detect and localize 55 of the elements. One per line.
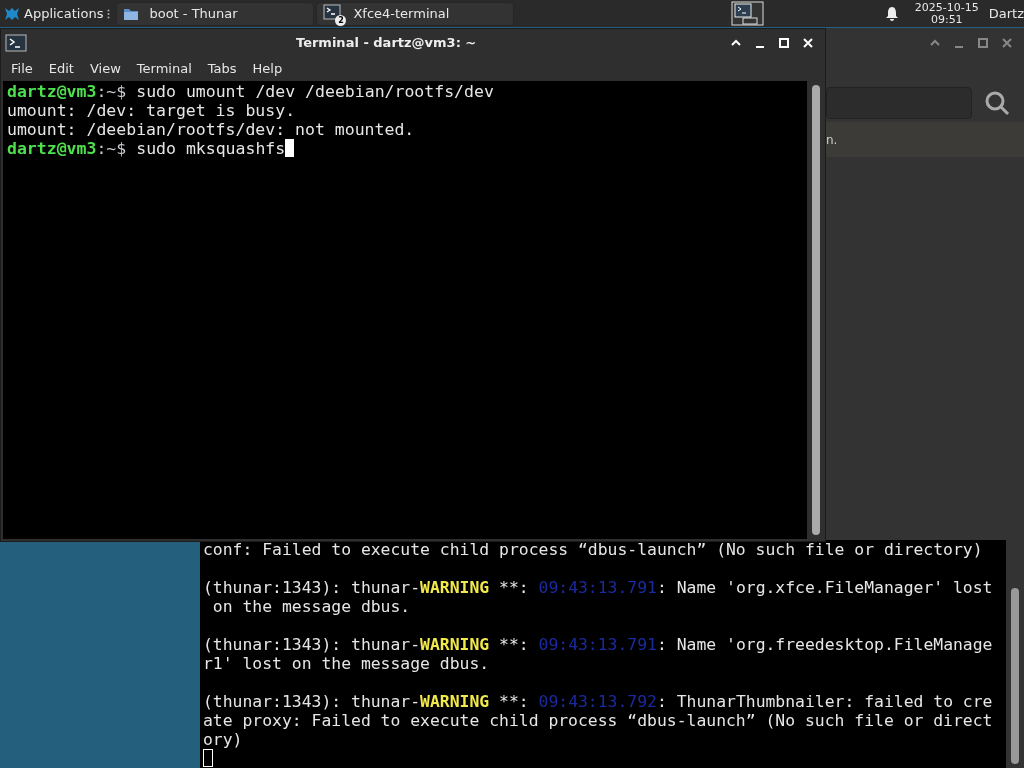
user-name[interactable]: Dartz — [988, 3, 1024, 24]
menu-item[interactable]: Terminal — [130, 59, 198, 79]
log-text: conf: Failed to execute child process “dbus-launch” (No such file or directory) — [203, 540, 983, 559]
menu-item[interactable]: Edit — [42, 59, 80, 79]
log-text: **: — [498, 635, 530, 654]
log-text: (thunar:1343): thunar- — [203, 635, 421, 654]
scrollbar-thumb[interactable] — [812, 85, 820, 535]
taskbar-button[interactable]: boot - Thunar — [116, 1, 315, 26]
scrollbar-thumb[interactable] — [1011, 588, 1019, 764]
output-text: umount: /dev: target is busy. — [7, 101, 296, 120]
xfce-logo-icon — [4, 5, 20, 22]
warning-label: WARNING — [420, 578, 490, 597]
prompt-user: dartz@vm3 — [7, 82, 97, 101]
window-title: Terminal - dartz@vm3: ~ — [296, 34, 477, 53]
menu-item[interactable]: View — [83, 59, 127, 79]
maximize-icon[interactable] — [777, 36, 791, 50]
close-icon[interactable] — [801, 36, 815, 50]
terminal-icon[interactable] — [5, 34, 27, 52]
log-text: **: — [498, 692, 530, 711]
log-text: on the message dbus. — [211, 597, 411, 616]
menu-item[interactable]: File — [5, 59, 39, 79]
log-text: : Name 'org.xfce.FileManager' lost — [656, 578, 993, 597]
prompt-user: dartz@vm3 — [7, 139, 97, 158]
timestamp: 09:43:13.792 — [538, 692, 657, 711]
prompt-path: :~$ — [96, 139, 127, 158]
log-text: : ThunarThumbnailer: failed to cre — [656, 692, 993, 711]
text-cursor — [203, 749, 213, 767]
menu-item[interactable]: Help — [246, 59, 289, 79]
log-text: (thunar:1343): thunar- — [203, 692, 421, 711]
taskbar-button[interactable]: 2 Xfce4-terminal — [316, 1, 515, 26]
log-text: **: — [498, 578, 530, 597]
log-text: ate proxy: Failed to execute child process “dbus-launch” (No such file or direct — [203, 711, 993, 730]
log-text: r1' lost on the message dbus. — [203, 654, 490, 673]
timestamp: 09:43:13.791 — [538, 578, 657, 597]
folder-icon — [123, 6, 140, 21]
info-text: n. — [826, 131, 838, 149]
workspace-switcher-icon[interactable] — [730, 1, 765, 26]
clock[interactable]: 2025-10-15 09:51 — [914, 1, 979, 26]
notification-bell-icon[interactable] — [884, 5, 899, 22]
search-icon[interactable] — [984, 90, 1010, 116]
warning-label: WARNING — [420, 635, 490, 654]
log-text: (thunar:1343): thunar- — [203, 578, 421, 597]
log-text: ory) — [203, 730, 243, 749]
applications-label: Applications — [24, 4, 104, 23]
prompt-path: :~$ — [96, 82, 127, 101]
count-badge: 2 — [335, 14, 347, 26]
log-text: : Name 'org.freedesktop.FileManage — [656, 635, 993, 654]
command-text: sudo umount /dev /deebian/rootfs/dev — [136, 82, 494, 101]
timestamp: 09:43:13.791 — [538, 635, 657, 654]
menu-item[interactable]: Tabs — [201, 59, 243, 79]
applications-menu[interactable]: Applications — [0, 0, 115, 27]
output-text: umount: /deebian/rootfs/dev: not mounted. — [7, 120, 415, 139]
warning-label: WARNING — [420, 692, 490, 711]
drag-handle-icon — [107, 8, 111, 19]
command-text: sudo mksquashfs — [136, 139, 286, 158]
